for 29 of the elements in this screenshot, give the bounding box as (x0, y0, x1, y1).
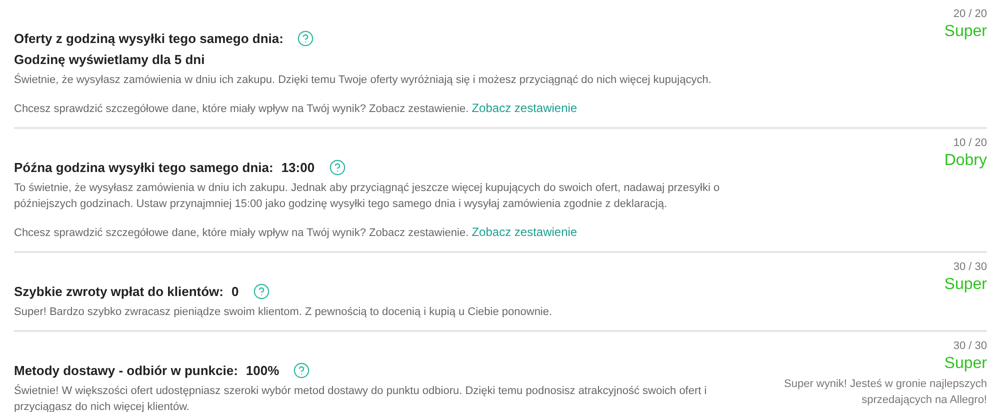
score: 30 / 30 (953, 260, 987, 275)
section-description: Świetnie! W większości ofert udostępniasz szeroki wybór metod dostawy do punktu odbioru. Dzięki temu podnosisz atrakcyjność swoich ofert i przyciągasz do nich więcej klientów. (14, 383, 708, 412)
rating: Super (944, 275, 987, 295)
section-title: Późna godzina wysyłki tego samego dnia: (14, 160, 274, 174)
section-title: Oferty z godziną wysyłki tego samego dnia: (14, 30, 284, 46)
section-value: 0 (231, 284, 239, 298)
help-icon[interactable] (297, 30, 314, 46)
section-title: Szybkie zwroty wpłat do klientów: (14, 284, 224, 298)
rating-note: Super wynik! Jesteś w gronie najlepszych sprzedających na Allegro! (783, 377, 987, 408)
details-prompt: Chcesz sprawdzić szczegółowe dane, które miały wpływ na Twój wynik? Zobacz zestawienie. Zobacz zestawienie (14, 100, 578, 117)
rating: Super (944, 22, 987, 42)
section-value: 100% (246, 362, 280, 378)
score: 10 / 20 (953, 136, 987, 151)
help-icon[interactable] (328, 158, 346, 176)
section-subheading: Godzinę wyświetlamy dla 5 dni (14, 51, 206, 69)
details-prompt: Chcesz sprawdzić szczegółowe dane, które miały wpływ na Twój wynik? Zobacz zestawienie. Zobacz zestawienie (14, 224, 578, 241)
summary-link[interactable]: Zobacz zestawienie (472, 225, 578, 239)
section-description: Świetnie, że wysyłasz zamówienia w dniu ich zakupu. Dzięki temu Twoje oferty wyróżniają się i możesz przyciągnąć do nich więcej kupujących. (14, 72, 712, 88)
rating: Dobry (944, 151, 987, 171)
section-title: Metody dostawy - odbiór w punkcie: (14, 362, 238, 378)
score: 20 / 20 (953, 7, 987, 22)
rating: Super (944, 354, 987, 374)
score: 30 / 30 (953, 339, 987, 354)
help-icon[interactable] (252, 282, 270, 300)
section-description: Super! Bardzo szybko zwracasz pieniądze swoim klientom. Z pewnością to docenią i kupią u Ciebie ponownie. (14, 305, 554, 320)
section-description: To świetnie, że wysyłasz zamówienia w dniu ich zakupu. Jednak aby przyciągnąć jeszcze więcej kupujących do swoich ofert, nadawaj przesyłki o późniejszych godzinach. Ustaw przynajmniej 15:00 jako godzinę wysyłki tego samego dnia i wysyłaj zamówienia zgodnie z deklaracją. (14, 181, 721, 212)
help-icon[interactable] (293, 362, 310, 378)
section-value: 13:00 (281, 160, 315, 174)
summary-link[interactable]: Zobacz zestawienie (472, 101, 578, 115)
